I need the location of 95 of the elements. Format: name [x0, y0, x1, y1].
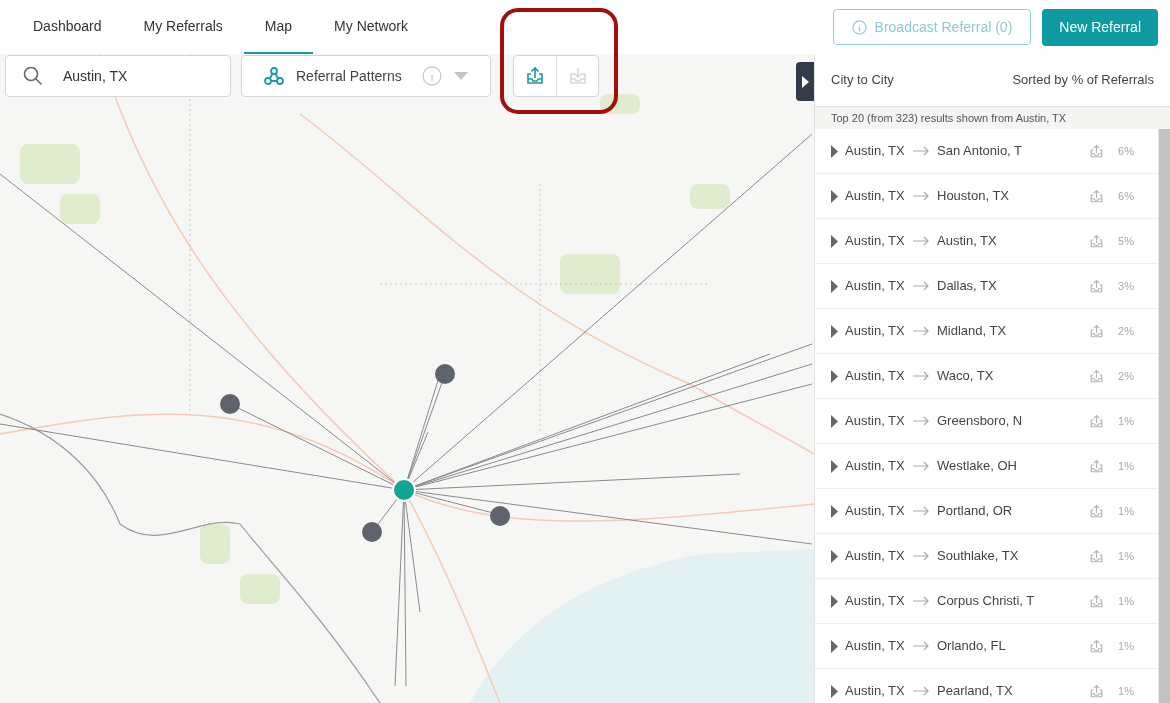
referral-percent: 1% [1117, 413, 1134, 429]
route-row[interactable]: Austin, TX Waco, TX 2% [815, 354, 1158, 399]
search-field[interactable]: Austin, TX [5, 55, 231, 97]
referral-percent: 1% [1117, 593, 1134, 609]
destination-city: Corpus Christi, T [937, 592, 1036, 611]
panel-title: City to City [831, 71, 894, 90]
arrow-right-icon [913, 686, 929, 696]
destination-city: Waco, TX [937, 367, 995, 386]
referral-percent: 1% [1117, 683, 1134, 699]
origin-city: Austin, TX [845, 412, 905, 431]
destination-city: Austin, TX [937, 232, 998, 251]
destination-city: Westlake, OH [937, 457, 1018, 476]
network-nodes-icon [264, 67, 284, 85]
route-row[interactable]: Austin, TX Westlake, OH 1% [815, 444, 1158, 489]
upload-icon [1089, 638, 1104, 654]
layer-select-value: Referral Patterns [296, 66, 403, 86]
destination-city: Houston, TX [937, 187, 1011, 206]
route-row[interactable]: Austin, TX Houston, TX 6% [815, 174, 1158, 219]
upload-icon [1089, 143, 1104, 159]
destination-city: Southlake, TX [937, 547, 1020, 566]
destination-city: Greensboro, N [937, 412, 1024, 431]
referral-percent: 1% [1117, 458, 1134, 474]
referral-percent: 1% [1117, 503, 1134, 519]
arrow-right-icon [913, 191, 929, 201]
destination-city: Pearland, TX [937, 682, 1014, 701]
referral-percent: 2% [1117, 323, 1134, 339]
arrow-right-icon [913, 281, 929, 291]
route-row[interactable]: Austin, TX San Antonio, T 6% [815, 129, 1158, 174]
upload-icon [1089, 548, 1104, 564]
referral-percent: 1% [1117, 638, 1134, 654]
arrow-right-icon [913, 461, 929, 471]
arrow-right-icon [913, 236, 929, 246]
route-row[interactable]: Austin, TX Dallas, TX 3% [815, 264, 1158, 309]
nav-tab[interactable]: My Network [313, 0, 429, 54]
origin-city: Austin, TX [845, 547, 905, 566]
upload-icon [1089, 278, 1104, 294]
route-row[interactable]: Austin, TX Southlake, TX 1% [815, 534, 1158, 579]
route-row[interactable]: Austin, TX Portland, OR 1% [815, 489, 1158, 534]
referral-percent: 1% [1117, 548, 1134, 564]
panel-toggle[interactable] [796, 62, 814, 101]
upload-icon [1089, 368, 1104, 384]
upload-icon [1089, 683, 1104, 699]
arrow-right-icon [913, 641, 929, 651]
origin-city: Austin, TX [845, 682, 905, 701]
destination-city: Midland, TX [937, 322, 1008, 341]
referral-percent: 6% [1117, 143, 1134, 159]
upload-icon [1089, 188, 1104, 204]
download-icon [567, 66, 588, 86]
arrow-right-icon [913, 146, 929, 156]
arrow-right-icon [913, 506, 929, 516]
info-icon [851, 19, 867, 35]
destination-city: Orlando, FL [937, 637, 1007, 656]
route-row[interactable]: Austin, TX Austin, TX 5% [815, 219, 1158, 264]
origin-city: Austin, TX [845, 277, 905, 296]
origin-city: Austin, TX [845, 592, 905, 611]
upload-icon [1089, 458, 1104, 474]
upload-icon [1089, 413, 1104, 429]
origin-city: Austin, TX [845, 322, 905, 341]
upload-icon [525, 66, 545, 86]
origin-city: Austin, TX [845, 232, 905, 251]
nav-tab[interactable]: My Referrals [122, 0, 244, 54]
route-row[interactable]: Austin, TX Greensboro, N 1% [815, 399, 1158, 444]
upload-icon [1089, 593, 1104, 609]
referral-percent: 2% [1117, 368, 1134, 384]
referral-percent: 5% [1117, 233, 1134, 249]
route-row[interactable]: Austin, TX Midland, TX 2% [815, 309, 1158, 354]
origin-city: Austin, TX [845, 502, 905, 521]
upload-icon [1089, 503, 1104, 519]
route-row[interactable]: Austin, TX Corpus Christi, T 1% [815, 579, 1158, 624]
search-icon [23, 66, 43, 86]
upload-icon [1089, 233, 1104, 249]
origin-city: Austin, TX [845, 367, 905, 386]
destination-city: Dallas, TX [937, 277, 998, 296]
arrow-right-icon [913, 551, 929, 561]
upload-icon [1089, 323, 1104, 339]
referral-percent: 3% [1117, 278, 1134, 294]
origin-city: Austin, TX [845, 187, 905, 206]
sort-label[interactable]: Sorted by % of Referrals [1012, 70, 1154, 90]
arrow-right-icon [913, 371, 929, 381]
results-summary: Top 20 (from 323) results shown from Austin, TX [815, 106, 1170, 129]
caret-right-icon [801, 75, 809, 88]
referral-percent: 6% [1117, 188, 1134, 204]
info-icon [422, 66, 442, 86]
caret-icon [454, 72, 468, 80]
arrow-right-icon [913, 416, 929, 426]
destination-city: San Antonio, T [937, 142, 1024, 161]
nav-tab[interactable]: Dashboard [12, 0, 123, 54]
layer-select[interactable]: Referral Patterns [241, 55, 491, 97]
origin-city: Austin, TX [845, 142, 905, 161]
origin-city: Austin, TX [845, 457, 905, 476]
arrow-right-icon [913, 596, 929, 606]
arrow-right-icon [913, 326, 929, 336]
route-row[interactable]: Austin, TX Orlando, FL 1% [815, 624, 1158, 669]
destination-city: Portland, OR [937, 502, 1014, 521]
origin-city: Austin, TX [845, 637, 905, 656]
